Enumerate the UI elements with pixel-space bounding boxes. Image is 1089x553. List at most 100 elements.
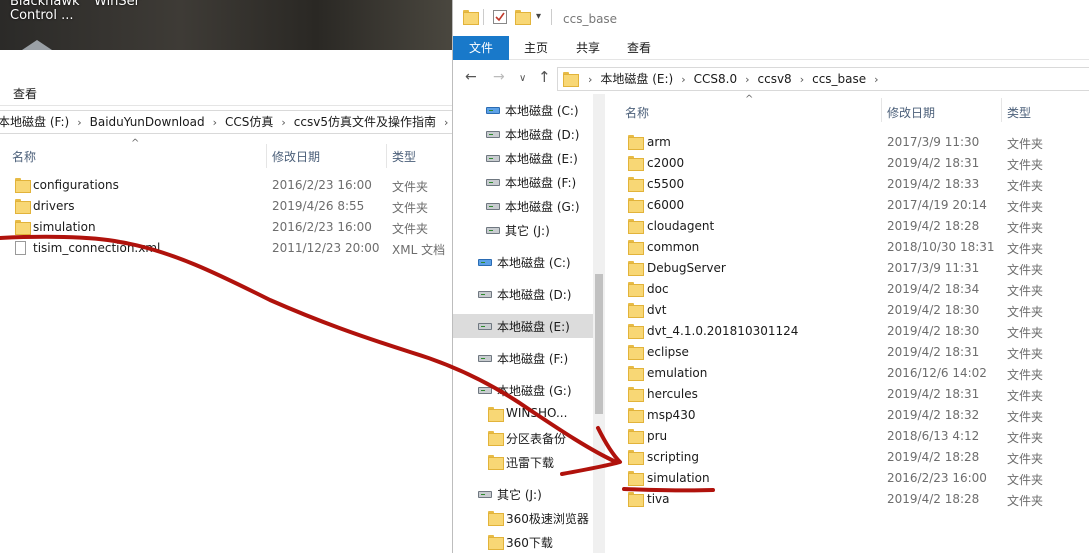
breadcrumb-separator-icon[interactable]: › xyxy=(745,69,749,90)
file-row[interactable]: pru 2018/6/13 4:12 文件夹 xyxy=(605,425,1089,446)
breadcrumb-separator-icon[interactable]: › xyxy=(281,112,285,133)
nav-tree-item[interactable]: 本地磁盘 (D:) xyxy=(453,122,593,146)
ribbon-tab-file[interactable]: 文件 xyxy=(453,36,509,60)
right-title-bar: ▾ ccs_base xyxy=(453,0,1089,36)
breadcrumb-item[interactable]: BaiduYunDownload xyxy=(90,111,205,133)
right-address-bar[interactable]: › 本地磁盘 (E:) › CCS8.0 › ccsv8 › ccs_base › xyxy=(557,67,1089,91)
nav-tree-item[interactable]: 本地磁盘 (E:) xyxy=(453,146,593,170)
file-row[interactable]: dvt 2019/4/2 18:30 文件夹 xyxy=(605,299,1089,320)
nav-tree-item[interactable]: 360极速浏览器 xyxy=(453,506,593,530)
column-header-name[interactable]: 名称 xyxy=(625,104,649,121)
customize-toolbar-chevron-icon[interactable]: ▾ xyxy=(536,11,541,22)
file-row[interactable]: eclipse 2019/4/2 18:31 文件夹 xyxy=(605,341,1089,362)
desktop-icon-label[interactable]: Control ... xyxy=(10,8,74,23)
file-row[interactable]: doc 2019/4/2 18:34 文件夹 xyxy=(605,278,1089,299)
file-row[interactable]: tiva 2019/4/2 18:28 文件夹 xyxy=(605,488,1089,509)
navigation-scrollbar[interactable] xyxy=(593,94,605,553)
nav-tree-item[interactable]: WINSHO... xyxy=(453,402,593,426)
back-arrow-icon[interactable]: ← xyxy=(465,69,477,85)
file-name: c2000 xyxy=(647,156,685,170)
file-row[interactable]: scripting 2019/4/2 18:28 文件夹 xyxy=(605,446,1089,467)
column-divider[interactable] xyxy=(386,144,387,168)
breadcrumb-item[interactable]: ccsv8 xyxy=(758,68,792,90)
file-type: 文件夹 xyxy=(1007,137,1044,151)
left-ribbon: 查看 xyxy=(0,80,452,106)
folder-icon xyxy=(488,455,504,470)
file-row[interactable]: c2000 2019/4/2 18:31 文件夹 xyxy=(605,152,1089,173)
nav-tree-item-label: 本地磁盘 (D:) xyxy=(505,128,580,142)
breadcrumb-separator-icon[interactable]: › xyxy=(77,112,81,133)
file-row[interactable]: simulation 2016/2/23 16:00 文件夹 xyxy=(0,217,452,238)
scroll-thumb[interactable] xyxy=(595,274,603,414)
column-divider[interactable] xyxy=(1001,98,1002,122)
file-row[interactable]: dvt_4.1.0.201810301124 2019/4/2 18:30 文件夹 xyxy=(605,320,1089,341)
desktop-icon-label[interactable]: WinSer xyxy=(94,0,140,9)
nav-tree-item[interactable]: 360下载 xyxy=(453,530,593,553)
column-header-type[interactable]: 类型 xyxy=(392,148,416,165)
file-row[interactable]: simulation 2016/2/23 16:00 文件夹 xyxy=(605,467,1089,488)
breadcrumb-item[interactable]: 本地磁盘 (E:) xyxy=(600,68,673,90)
file-row[interactable]: DebugServer 2017/3/9 11:31 文件夹 xyxy=(605,257,1089,278)
nav-tree-item[interactable]: 本地磁盘 (C:) xyxy=(453,98,593,122)
window-title: ccs_base xyxy=(563,12,618,26)
file-row[interactable]: c5500 2019/4/2 18:33 文件夹 xyxy=(605,173,1089,194)
breadcrumb-separator-icon[interactable]: › xyxy=(681,69,685,90)
breadcrumb-separator-icon[interactable]: › xyxy=(588,69,592,90)
breadcrumb-item[interactable]: CCS8.0 xyxy=(694,68,737,90)
nav-tree-item[interactable]: 本地磁盘 (G:) xyxy=(453,378,593,402)
nav-tree-item[interactable]: 本地磁盘 (C:) xyxy=(453,250,593,274)
column-divider[interactable] xyxy=(266,144,267,168)
nav-tree-item[interactable]: 本地磁盘 (G:) xyxy=(453,194,593,218)
nav-tree-item[interactable]: 本地磁盘 (F:) xyxy=(453,170,593,194)
file-row[interactable]: common 2018/10/30 18:31 文件夹 xyxy=(605,236,1089,257)
file-modified-date: 2018/6/13 4:12 xyxy=(887,429,980,443)
breadcrumb-item[interactable]: ccs_base xyxy=(812,68,866,90)
properties-check-icon[interactable] xyxy=(493,10,507,24)
file-row[interactable]: configurations 2016/2/23 16:00 文件夹 xyxy=(0,175,452,196)
column-divider[interactable] xyxy=(881,98,882,122)
up-arrow-icon[interactable]: ↑ xyxy=(538,68,551,86)
ribbon-tab-home[interactable]: 主页 xyxy=(509,36,563,60)
left-address-bar[interactable]: 本地磁盘 (F:) › BaiduYunDownload › CCS仿真 › ccsv5仿真… xyxy=(0,110,452,134)
breadcrumb-separator-icon[interactable]: › xyxy=(800,69,804,90)
breadcrumb-separator-icon[interactable]: › xyxy=(874,69,878,90)
forward-arrow-icon[interactable]: → xyxy=(493,69,505,85)
nav-tree-item[interactable]: 迅雷下载 xyxy=(453,450,593,474)
file-row[interactable]: drivers 2019/4/26 8:55 文件夹 xyxy=(0,196,452,217)
column-header-name[interactable]: 名称 xyxy=(12,148,36,165)
file-modified-date: 2019/4/2 18:31 xyxy=(887,345,980,359)
file-row[interactable]: emulation 2016/12/6 14:02 文件夹 xyxy=(605,362,1089,383)
file-row[interactable]: arm 2017/3/9 11:30 文件夹 xyxy=(605,131,1089,152)
folder-icon xyxy=(628,324,644,339)
breadcrumb-item[interactable]: 本地磁盘 (F:) xyxy=(0,111,69,133)
file-row[interactable]: tisim_connection.xml 2011/12/23 20:00 XML … xyxy=(0,238,452,259)
file-name: simulation xyxy=(647,471,710,485)
file-type: 文件夹 xyxy=(1007,179,1044,193)
nav-tree-item[interactable]: 其它 (J:) xyxy=(453,482,593,506)
file-modified-date: 2019/4/2 18:30 xyxy=(887,303,980,317)
file-name: simulation xyxy=(33,220,96,234)
breadcrumb-item[interactable]: ccsv5仿真文件及操作指南 xyxy=(294,111,436,133)
column-header-type[interactable]: 类型 xyxy=(1007,104,1031,121)
column-header-date[interactable]: 修改日期 xyxy=(887,104,935,121)
file-row[interactable]: c6000 2017/4/19 20:14 文件夹 xyxy=(605,194,1089,215)
ribbon-tab-share[interactable]: 共享 xyxy=(563,36,613,60)
breadcrumb-separator-icon[interactable]: › xyxy=(444,112,448,133)
file-row[interactable]: hercules 2019/4/2 18:31 文件夹 xyxy=(605,383,1089,404)
ribbon-tab-view[interactable]: 查看 xyxy=(613,36,665,60)
nav-tree-item[interactable]: 本地磁盘 (E:) xyxy=(453,314,593,338)
ribbon-tab-view[interactable]: 查看 xyxy=(13,85,37,102)
breadcrumb-item[interactable]: CCS仿真 xyxy=(225,111,273,133)
nav-tree-item[interactable]: 本地磁盘 (D:) xyxy=(453,282,593,306)
recent-locations-chevron-icon[interactable]: ∨ xyxy=(519,73,526,84)
nav-tree-item[interactable]: 本地磁盘 (F:) xyxy=(453,346,593,370)
nav-tree-item[interactable]: 分区表备份 xyxy=(453,426,593,450)
breadcrumb-separator-icon[interactable]: › xyxy=(213,112,217,133)
new-folder-icon[interactable] xyxy=(515,10,531,25)
file-row[interactable]: msp430 2019/4/2 18:32 文件夹 xyxy=(605,404,1089,425)
file-name: emulation xyxy=(647,366,708,380)
folder-icon xyxy=(628,261,644,276)
file-row[interactable]: cloudagent 2019/4/2 18:28 文件夹 xyxy=(605,215,1089,236)
column-header-date[interactable]: 修改日期 xyxy=(272,148,320,165)
nav-tree-item[interactable]: 其它 (J:) xyxy=(453,218,593,242)
